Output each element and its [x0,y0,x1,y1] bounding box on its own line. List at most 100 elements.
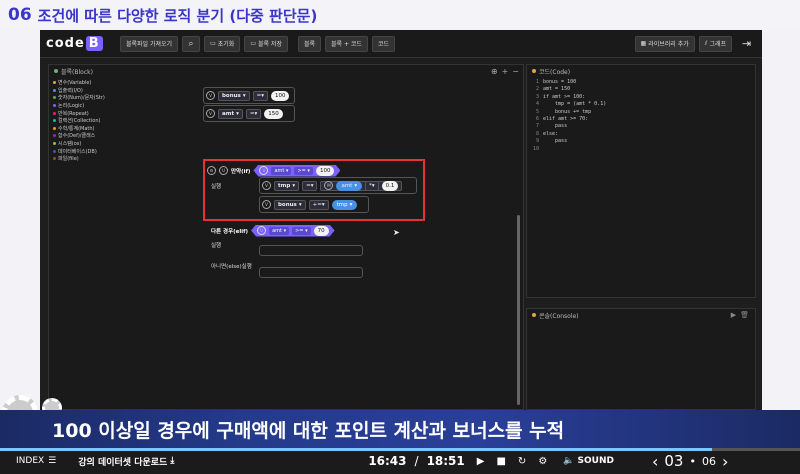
palette-item[interactable]: 함수(Def)/클래스 [53,132,111,140]
palette-item[interactable]: 파일(file) [53,155,111,163]
elif-empty-slot[interactable] [259,245,363,256]
console-controls: ▶ 🗑 [731,311,749,319]
cond-op[interactable]: >= ▾ [292,227,311,235]
cond-var[interactable]: amt ▾ [269,227,289,235]
block-panel: 블록(Block) ⊕ + − 변수(Variable) 입출력(I/O) 숫자(N… [48,64,557,410]
search-icon: ⌕ [188,38,194,49]
console-panel-title: 콘솔(Console) [527,309,755,321]
cond-value[interactable]: 70 [314,226,329,236]
progress-bar[interactable] [0,448,800,451]
code-line: 6 elif amt >= 70: [533,116,606,123]
search-button[interactable]: ⌕ [182,35,201,52]
palette-item[interactable]: 입출력(I/O) [53,87,111,95]
palette-item[interactable]: 변수(Variable) [53,79,111,87]
var-select[interactable]: amt ▾ [218,108,243,119]
variable-icon: V [206,91,215,100]
palette-item[interactable]: 수학/통계(Math) [53,125,111,133]
palette-item-label: 입출력(I/O) [58,87,83,94]
add-library-button[interactable]: ▦ 라이브러리 추가 [634,35,695,52]
app-logo: code B [46,36,116,51]
variable-icon: V [206,109,215,118]
palette-item[interactable]: 컬렉션(Collection) [53,117,111,125]
console-panel: 콘솔(Console) ▶ 🗑 [526,308,756,410]
mode-block-button[interactable]: 블록 [297,35,322,52]
download-button[interactable]: 강의 데이터셋 다운로드 ⤓ [78,455,174,468]
code-text: if amt >= 100: [543,93,586,100]
palette-item[interactable]: 논리(Logic) [53,102,111,110]
replay-icon[interactable]: ↻ [518,456,526,467]
save-block-button[interactable]: ▭ 블록 저장 [244,35,288,52]
else-label: 아니면(else)실행 [211,264,252,270]
graph-icon: ⫽ [704,39,708,47]
code-line: 9 pass [533,138,606,145]
category-dot-icon [53,142,56,146]
lesson-title: 조건에 따른 다양한 로직 분기 (다중 판단문) [37,6,318,25]
category-dot-icon [53,104,56,108]
category-dot-icon [53,88,56,92]
line-number: 1 [535,79,539,85]
mode-code-button[interactable]: 코드 [371,35,396,52]
code-editor[interactable]: 1 bonus = 100 2 amt = 150 3 if amt >= 100: 4 t… [533,79,606,153]
library-icon: ▦ [640,40,647,47]
value-input[interactable]: 150 [264,108,283,119]
prev-page-icon[interactable]: ‹ [652,452,658,471]
category-dot-icon [53,126,56,130]
palette-item[interactable]: 데이터베이스(DB) [53,147,111,155]
else-empty-slot[interactable] [259,267,363,278]
palette-item-label: 시스템(os) [58,141,82,148]
page-dot: • [689,454,696,468]
category-dot-icon [53,119,56,123]
op-select[interactable]: = ▾ [245,108,262,119]
palette-item[interactable]: 시스템(os) [53,140,111,148]
palette-item[interactable]: 숫자(Num)/문자(Str) [53,94,111,102]
time-separator: / [414,454,419,468]
highlight-box [203,159,425,221]
code-line: 7 pass [533,123,606,130]
code-line: 8 else: [533,131,606,138]
reset-button[interactable]: ▭ 초기화 [204,35,241,52]
block-workspace[interactable]: V bonus ▾ = ▾ 100 V amt ▾ = ▾ 150 ⚙ U 만약… [149,65,557,410]
op-select[interactable]: = ▾ [252,90,268,101]
next-page-icon[interactable]: › [722,452,728,471]
code-line: 10 [533,146,606,153]
stop-icon[interactable]: ■ [496,456,505,467]
download-icon: ⤓ [170,456,175,466]
value-input[interactable]: 100 [270,90,290,101]
code-panel: 코드(Code) 1 bonus = 100 2 amt = 150 3 if amt >… [526,64,756,298]
workspace-scrollbar[interactable] [517,215,520,405]
reset-icon: ▭ [210,40,216,47]
sound-button[interactable]: 🔈 SOUND [563,456,614,466]
graph-button[interactable]: ⫽ 그래프 [698,35,732,52]
code-text: pass [543,138,568,145]
load-blocks-button[interactable]: 블록파일 가져오기 [120,35,179,52]
palette-item[interactable]: 반복(Repeat) [53,109,111,117]
palette-item-label: 변수(Variable) [58,80,92,87]
index-button[interactable]: INDEX ☰ [16,456,56,466]
mode-block-code-button[interactable]: 블록 + 코드 [325,35,368,52]
panel-dot-icon [54,69,58,73]
settings-icon[interactable]: ⚙ [538,456,547,467]
assign-row-amt: V amt ▾ = ▾ 150 [206,107,283,120]
palette-item-label: 반복(Repeat) [58,110,89,117]
line-number: 4 [535,101,539,108]
lesson-header: 06 조건에 따른 다양한 로직 분기 (다중 판단문) [0,0,800,30]
assign-row-bonus: V bonus ▾ = ▾ 100 [206,89,290,102]
progress-fill [0,448,712,451]
elif-block-header[interactable]: 다른 경우(elif) U amt ▾ >= ▾ 70 [211,224,335,237]
code-text: else: [543,130,559,137]
var-select[interactable]: bonus ▾ [218,90,250,101]
exit-icon[interactable]: ⇥ [742,37,762,50]
play-icon[interactable]: ▶ [477,456,485,467]
palette-item-label: 데이터베이스(DB) [58,148,97,155]
code-panel-title: 코드(Code) [527,65,755,77]
logic-icon: U [257,226,266,235]
line-number: 5 [535,108,539,115]
toolbar: code B 블록파일 가져오기 ⌕ ▭ 초기화 ▭ 블록 저장 블록 블록 + 코드… [40,30,762,58]
palette-item-label: 수학/통계(Math) [58,125,95,132]
trash-icon[interactable]: 🗑 [740,311,749,319]
code-line: 4 tmp = (amt * 0.1) [533,101,606,108]
category-dot-icon [53,111,56,115]
code-line: 3 if amt >= 100: [533,94,606,101]
elif-condition[interactable]: U amt ▾ >= ▾ 70 [251,225,335,237]
run-icon[interactable]: ▶ [731,311,736,319]
